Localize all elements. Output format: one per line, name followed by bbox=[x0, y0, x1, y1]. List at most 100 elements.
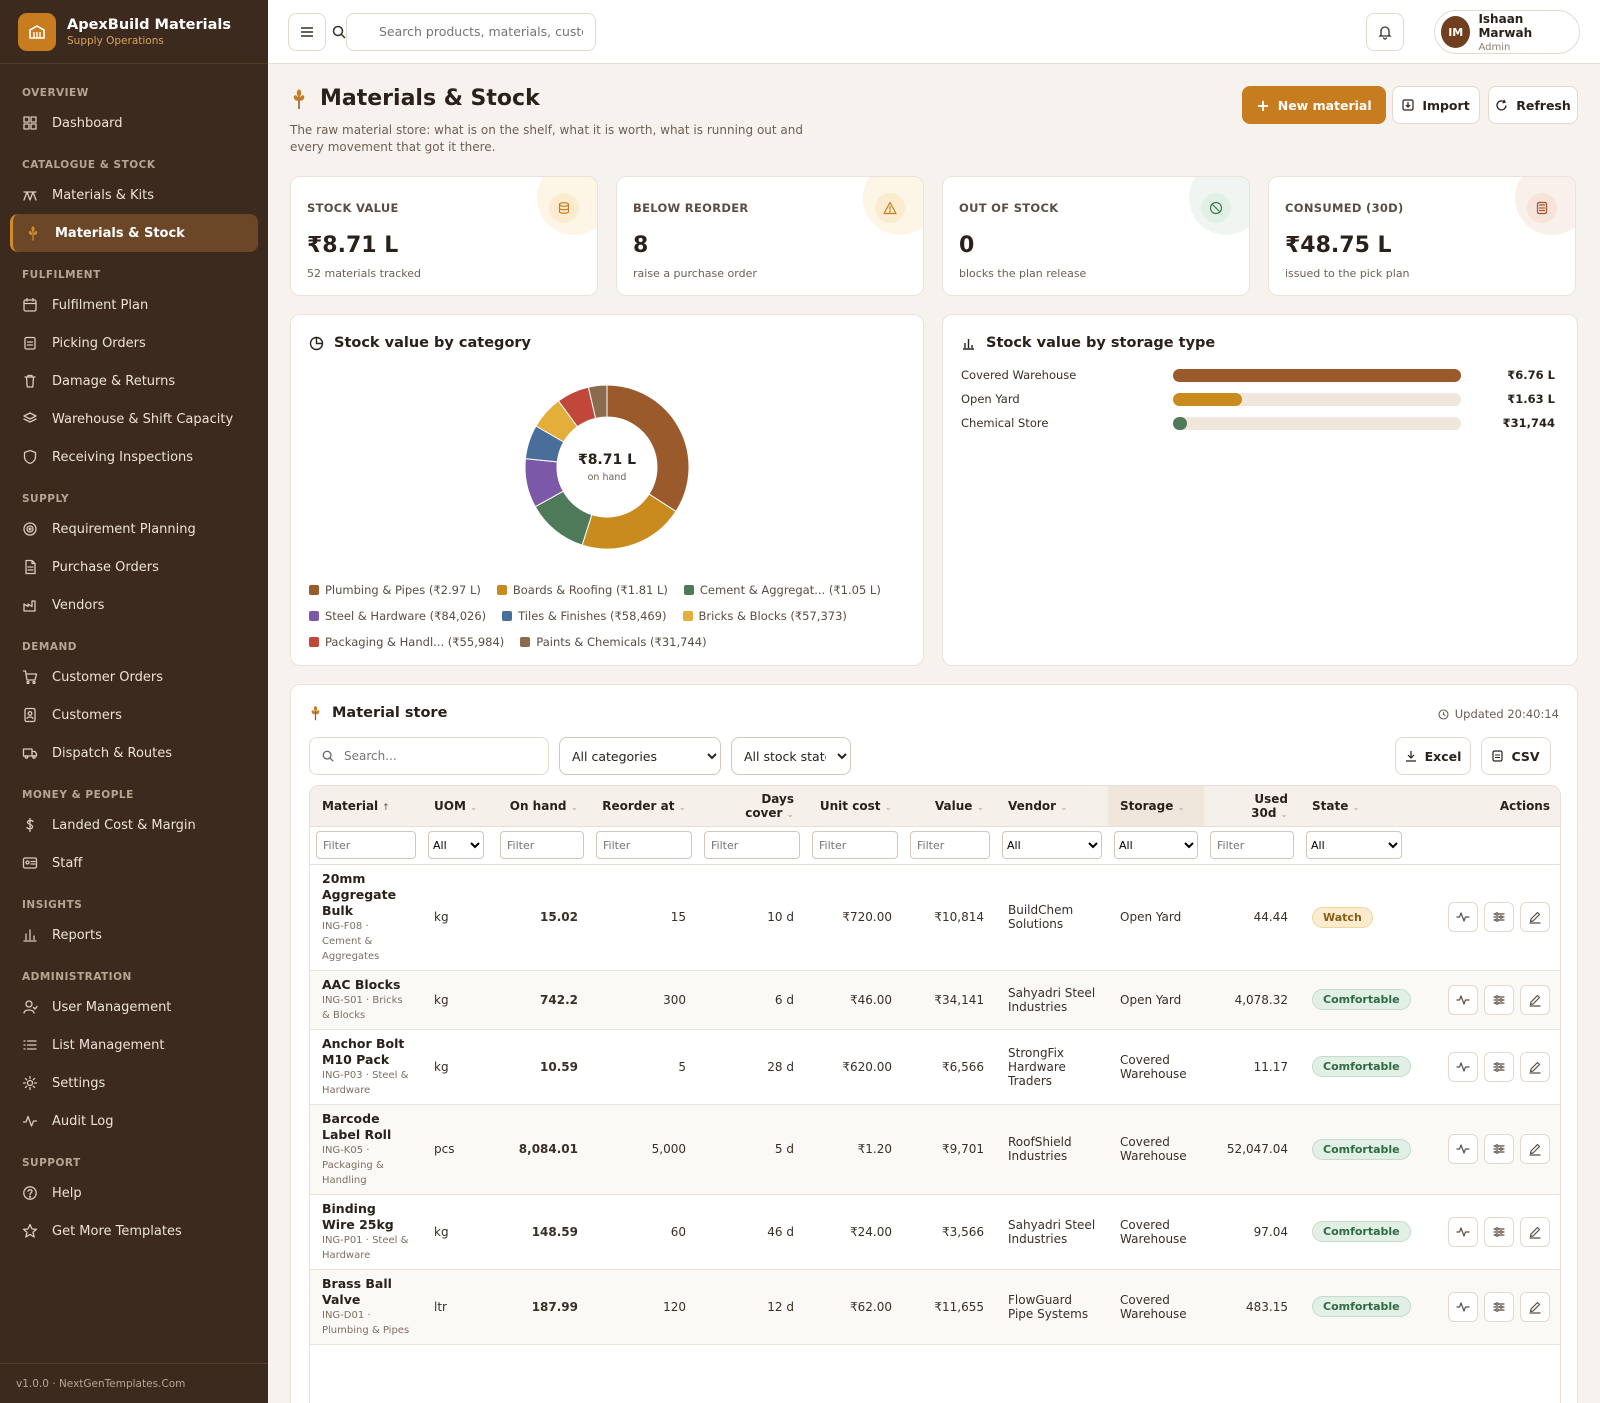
legend-item[interactable]: Plumbing & Pipes (₹2.97 L) bbox=[309, 583, 481, 597]
table-row[interactable]: Barcode Label Roll ING-K05 · Packaging & … bbox=[310, 1104, 1560, 1195]
column-filter-input[interactable] bbox=[596, 831, 692, 859]
donut-slice-plumbing-pipes[interactable] bbox=[606, 384, 690, 513]
menu-toggle-button[interactable] bbox=[288, 12, 326, 51]
material-name[interactable]: Binding Wire 25kg bbox=[322, 1201, 410, 1233]
material-name[interactable]: 20mm Aggregate Bulk bbox=[322, 871, 410, 919]
sidebar-item-fulfilment-plan[interactable]: Fulfilment Plan bbox=[10, 286, 258, 324]
column-header-reorder-at[interactable]: Reorder at ⌄ bbox=[590, 786, 698, 827]
column-header-unit-cost[interactable]: Unit cost ⌄ bbox=[806, 786, 904, 827]
table-search-input[interactable] bbox=[344, 749, 534, 763]
movements-button[interactable] bbox=[1448, 1134, 1478, 1164]
sidebar-item-receiving-inspections[interactable]: Receiving Inspections bbox=[10, 438, 258, 476]
sidebar-item-dashboard[interactable]: Dashboard bbox=[10, 104, 258, 142]
sidebar-item-materials-kits[interactable]: Materials & Kits bbox=[10, 176, 258, 214]
column-header-days-cover[interactable]: Days cover ⌄ bbox=[698, 786, 806, 827]
column-filter-input[interactable] bbox=[500, 831, 584, 859]
sidebar-item-dispatch-routes[interactable]: Dispatch & Routes bbox=[10, 734, 258, 772]
sidebar-item-warehouse-shift-capacity[interactable]: Warehouse & Shift Capacity bbox=[10, 400, 258, 438]
sidebar-item-picking-orders[interactable]: Picking Orders bbox=[10, 324, 258, 362]
movements-button[interactable] bbox=[1448, 902, 1478, 932]
edit-button[interactable] bbox=[1520, 1134, 1550, 1164]
column-filter-input[interactable] bbox=[704, 831, 800, 859]
material-name[interactable]: Anchor Bolt M10 Pack bbox=[322, 1036, 410, 1068]
column-filter-select[interactable]: All bbox=[1002, 831, 1102, 859]
adjust-button[interactable] bbox=[1484, 984, 1514, 1015]
table-row[interactable]: AAC Blocks ING-S01 · Bricks & Blocks kg 742… bbox=[310, 970, 1560, 1030]
sidebar-item-damage-returns[interactable]: Damage & Returns bbox=[10, 362, 258, 400]
column-header-on-hand[interactable]: On hand ⌄ bbox=[494, 786, 590, 827]
sidebar-item-get-more-templates[interactable]: Get More Templates bbox=[10, 1212, 258, 1250]
adjust-button[interactable] bbox=[1484, 1051, 1514, 1082]
edit-button[interactable] bbox=[1520, 1291, 1550, 1322]
table-row[interactable]: 20mm Aggregate Bulk ING-F08 · Cement & Ag… bbox=[310, 864, 1560, 971]
notifications-button[interactable] bbox=[1366, 13, 1404, 51]
excel-export-button[interactable]: Excel bbox=[1395, 737, 1471, 775]
column-filter-input[interactable] bbox=[1210, 831, 1294, 859]
sidebar-item-staff[interactable]: Staff bbox=[10, 844, 258, 882]
edit-button[interactable] bbox=[1520, 1051, 1550, 1082]
user-menu[interactable]: IM Ishaan Marwah Admin bbox=[1434, 10, 1580, 54]
sidebar-item-reports[interactable]: Reports bbox=[10, 916, 258, 954]
table-row[interactable]: Brass Ball Valve ING-D01 · Plumbing & Pip… bbox=[310, 1269, 1560, 1345]
column-header-vendor[interactable]: Vendor ⌄ bbox=[996, 786, 1108, 827]
brand[interactable]: ApexBuild Materials Supply Operations bbox=[0, 0, 268, 64]
column-header-used-30d[interactable]: Used 30d ⌄ bbox=[1204, 786, 1300, 827]
legend-item[interactable]: Tiles & Finishes (₹58,469) bbox=[502, 609, 667, 623]
sidebar-item-landed-cost-margin[interactable]: Landed Cost & Margin bbox=[10, 806, 258, 844]
edit-button[interactable] bbox=[1520, 984, 1550, 1015]
column-header-actions[interactable]: Actions bbox=[1408, 786, 1560, 827]
storage-bar-fill[interactable] bbox=[1173, 392, 1243, 406]
csv-export-button[interactable]: CSV bbox=[1481, 737, 1551, 775]
column-header-uom[interactable]: UOM ⌄ bbox=[422, 786, 494, 827]
column-filter-select[interactable]: All bbox=[428, 831, 484, 859]
sidebar-item-user-management[interactable]: User Management bbox=[10, 988, 258, 1026]
column-filter-input[interactable] bbox=[316, 831, 416, 859]
stock-state-filter-select[interactable]: All stock states bbox=[731, 737, 851, 775]
movements-button[interactable] bbox=[1448, 1051, 1478, 1082]
material-name[interactable]: Brass Ball Valve bbox=[322, 1276, 410, 1308]
legend-item[interactable]: Bricks & Blocks (₹57,373) bbox=[682, 609, 847, 623]
legend-item[interactable]: Steel & Hardware (₹84,026) bbox=[309, 609, 486, 623]
column-filter-input[interactable] bbox=[812, 831, 898, 859]
edit-button[interactable] bbox=[1520, 902, 1550, 932]
legend-item[interactable]: Boards & Roofing (₹1.81 L) bbox=[496, 583, 668, 597]
table-row[interactable]: Binding Wire 25kg ING-P01 · Steel & Hardw… bbox=[310, 1194, 1560, 1270]
storage-bar-fill[interactable] bbox=[1173, 368, 1461, 382]
sidebar-item-settings[interactable]: Settings bbox=[10, 1064, 258, 1102]
legend-item[interactable]: Paints & Chemicals (₹31,744) bbox=[520, 635, 707, 649]
sidebar-item-customer-orders[interactable]: Customer Orders bbox=[10, 658, 258, 696]
sidebar-item-vendors[interactable]: Vendors bbox=[10, 586, 258, 624]
legend-item[interactable]: Packaging & Handl... (₹55,984) bbox=[309, 635, 504, 649]
column-filter-input[interactable] bbox=[910, 831, 990, 859]
legend-item[interactable]: Cement & Aggregat... (₹1.05 L) bbox=[683, 583, 881, 597]
sidebar-item-materials-stock[interactable]: Materials & Stock bbox=[10, 214, 258, 252]
movements-button[interactable] bbox=[1448, 1216, 1478, 1247]
new-material-button[interactable]: + New material bbox=[1242, 86, 1386, 124]
sidebar-item-list-management[interactable]: List Management bbox=[10, 1026, 258, 1064]
adjust-button[interactable] bbox=[1484, 1291, 1514, 1322]
column-header-material[interactable]: Material ↑ bbox=[310, 786, 422, 827]
donut-slice-boards-roofing[interactable] bbox=[581, 493, 677, 550]
refresh-button[interactable]: Refresh bbox=[1488, 86, 1578, 124]
adjust-button[interactable] bbox=[1484, 902, 1514, 932]
sidebar-item-help[interactable]: Help bbox=[10, 1174, 258, 1212]
global-search-input[interactable] bbox=[346, 12, 596, 51]
sidebar-item-purchase-orders[interactable]: Purchase Orders bbox=[10, 548, 258, 586]
edit-button[interactable] bbox=[1520, 1216, 1550, 1247]
storage-bar-fill[interactable] bbox=[1173, 416, 1187, 430]
table-row[interactable]: Anchor Bolt M10 Pack ING-P03 · Steel & Ha… bbox=[310, 1029, 1560, 1105]
adjust-button[interactable] bbox=[1484, 1134, 1514, 1164]
movements-button[interactable] bbox=[1448, 1291, 1478, 1322]
sidebar-item-audit-log[interactable]: Audit Log bbox=[10, 1102, 258, 1140]
movements-button[interactable] bbox=[1448, 984, 1478, 1015]
column-header-state[interactable]: State ⌄ bbox=[1300, 786, 1408, 827]
material-name[interactable]: AAC Blocks bbox=[322, 977, 410, 993]
material-name[interactable]: Barcode Label Roll bbox=[322, 1111, 410, 1143]
column-header-value[interactable]: Value ⌄ bbox=[904, 786, 996, 827]
column-filter-select[interactable]: All bbox=[1306, 831, 1402, 859]
column-filter-select[interactable]: All bbox=[1114, 831, 1198, 859]
category-filter-select[interactable]: All categories bbox=[559, 737, 721, 775]
import-button[interactable]: Import bbox=[1392, 86, 1480, 124]
column-header-storage[interactable]: Storage ⌄ bbox=[1108, 786, 1204, 827]
sidebar-item-customers[interactable]: Customers bbox=[10, 696, 258, 734]
